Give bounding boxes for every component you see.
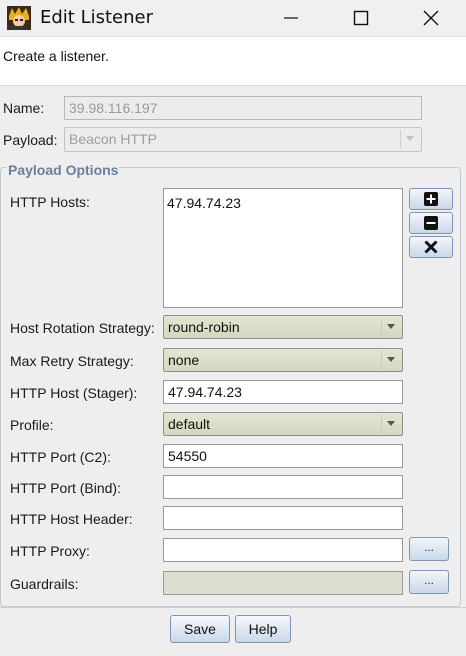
guardrails-field[interactable]	[163, 571, 403, 595]
profile-value: default	[168, 416, 211, 432]
maximize-button[interactable]	[338, 0, 384, 36]
form-area: Name: 39.98.116.197 Payload: Beacon HTTP…	[0, 85, 466, 656]
remove-icon	[424, 216, 438, 230]
clear-hosts-button[interactable]	[409, 236, 453, 258]
http-proxy-field[interactable]	[163, 538, 403, 562]
http-host-stager-label: HTTP Host (Stager):	[10, 385, 138, 401]
host-rotation-label: Host Rotation Strategy:	[10, 320, 155, 336]
payload-options-legend: Payload Options	[7, 162, 120, 178]
http-proxy-label: HTTP Proxy:	[10, 543, 90, 559]
http-proxy-browse-button[interactable]: ...	[409, 537, 449, 561]
save-button[interactable]: Save	[170, 615, 230, 643]
clear-icon	[424, 240, 438, 254]
guardrails-label: Guardrails:	[10, 576, 79, 592]
http-port-bind-field[interactable]	[163, 475, 403, 499]
minimize-icon	[284, 17, 298, 19]
max-retry-select[interactable]: none	[163, 348, 403, 372]
host-rotation-select[interactable]: round-robin	[163, 315, 403, 339]
add-icon	[424, 192, 438, 206]
profile-select[interactable]: default	[163, 412, 403, 436]
add-host-button[interactable]	[409, 188, 453, 210]
title-bar: Edit Listener	[0, 0, 466, 37]
close-button[interactable]	[408, 0, 454, 36]
chevron-down-icon	[381, 415, 400, 433]
http-hosts-list[interactable]: 47.94.74.23	[163, 188, 403, 308]
chevron-down-icon	[381, 351, 400, 369]
chevron-down-icon	[381, 318, 400, 336]
name-label: Name:	[3, 100, 45, 116]
host-rotation-value: round-robin	[168, 319, 240, 335]
http-port-c2-field[interactable]: 54550	[163, 444, 403, 468]
http-host-header-label: HTTP Host Header:	[10, 511, 133, 527]
remove-host-button[interactable]	[409, 212, 453, 234]
payload-select-value: Beacon HTTP	[69, 131, 157, 147]
chevron-down-icon	[400, 130, 419, 148]
footer-divider	[0, 607, 466, 608]
http-port-c2-label: HTTP Port (C2):	[10, 449, 111, 465]
help-button[interactable]: Help	[235, 615, 291, 643]
http-hosts-label: HTTP Hosts:	[10, 194, 90, 210]
payload-label: Payload:	[3, 132, 58, 148]
dialog-header: Create a listener.	[0, 37, 466, 85]
name-field[interactable]: 39.98.116.197	[64, 96, 422, 120]
maximize-icon	[353, 10, 369, 26]
close-icon	[423, 10, 439, 26]
guardrails-browse-button[interactable]: ...	[409, 570, 449, 594]
max-retry-value: none	[168, 352, 200, 368]
http-host-header-field[interactable]	[163, 506, 403, 530]
window-title: Edit Listener	[40, 7, 154, 28]
app-avatar-icon	[7, 6, 31, 30]
http-port-bind-label: HTTP Port (Bind):	[10, 480, 121, 496]
minimize-button[interactable]	[268, 0, 314, 36]
max-retry-label: Max Retry Strategy:	[10, 353, 134, 369]
dialog-description: Create a listener.	[3, 48, 109, 64]
profile-label: Profile:	[10, 417, 54, 433]
payload-select[interactable]: Beacon HTTP	[64, 127, 422, 152]
http-host-stager-field[interactable]: 47.94.74.23	[163, 380, 403, 404]
